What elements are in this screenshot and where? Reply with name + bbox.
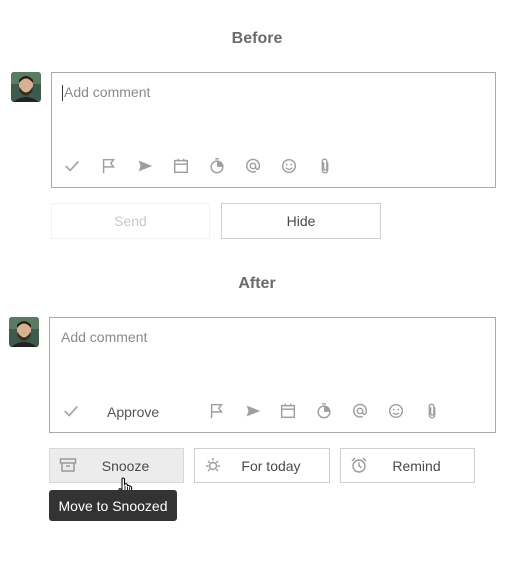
hide-button-label: Hide [286, 213, 316, 229]
after-heading: After [238, 275, 276, 292]
smiley-icon[interactable] [386, 401, 406, 421]
comment-box-before[interactable]: Add comment [51, 72, 496, 188]
send-button[interactable]: Send [51, 203, 210, 239]
before-heading: Before [231, 30, 283, 47]
calendar-icon[interactable] [278, 401, 298, 421]
sun-icon [203, 455, 223, 475]
flag-icon[interactable] [207, 401, 227, 421]
avatar [11, 72, 41, 102]
at-icon[interactable] [243, 156, 263, 176]
send-arrow-icon[interactable] [135, 156, 155, 176]
send-arrow-icon[interactable] [243, 401, 263, 421]
comment-placeholder[interactable]: Add comment [61, 329, 147, 345]
calendar-icon[interactable] [171, 156, 191, 176]
hide-button[interactable]: Hide [221, 203, 381, 239]
remind-label: Remind [392, 457, 441, 474]
check-icon[interactable] [61, 401, 81, 421]
flag-icon[interactable] [99, 156, 119, 176]
timer-icon[interactable] [207, 156, 227, 176]
at-icon[interactable] [350, 401, 370, 421]
text-caret [62, 85, 63, 101]
remind-button[interactable]: Remind [340, 448, 475, 483]
approve-label[interactable]: Approve [107, 404, 159, 420]
check-icon[interactable] [62, 156, 82, 176]
timer-icon[interactable] [314, 401, 334, 421]
smiley-icon[interactable] [279, 156, 299, 176]
archive-box-icon [58, 455, 78, 475]
snooze-label: Snooze [101, 457, 150, 474]
comment-placeholder[interactable]: Add comment [64, 84, 150, 100]
for-today-button[interactable]: For today [194, 448, 330, 483]
for-today-label: For today [241, 457, 301, 474]
paperclip-icon[interactable] [315, 156, 335, 176]
alarm-clock-icon [349, 455, 369, 475]
paperclip-icon[interactable] [422, 401, 442, 421]
avatar [9, 317, 39, 347]
snooze-tooltip: Move to Snoozed [49, 490, 177, 521]
send-button-label: Send [114, 213, 147, 229]
comment-box-after[interactable]: Add comment Approve [49, 317, 496, 433]
